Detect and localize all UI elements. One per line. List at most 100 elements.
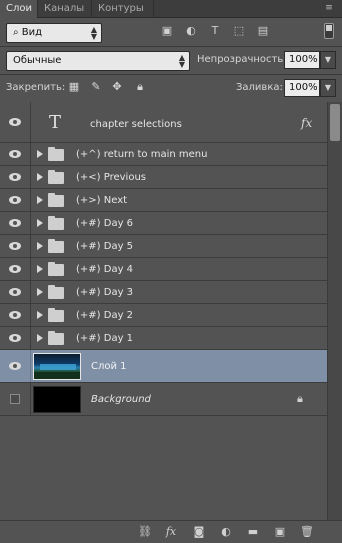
- visibility-toggle[interactable]: [0, 143, 31, 165]
- layer-name[interactable]: (+>) Next: [76, 195, 127, 206]
- layer-row-group[interactable]: (+^) return to main menu: [0, 143, 327, 166]
- layer-thumbnail-image: [33, 353, 81, 380]
- visibility-toggle[interactable]: [0, 327, 31, 349]
- layer-name[interactable]: (+#) Day 1: [76, 333, 133, 344]
- visibility-toggle[interactable]: [0, 166, 31, 188]
- updown-arrows-icon: ▲ ▼: [178, 53, 185, 69]
- layer-row-group[interactable]: (+#) Day 4: [0, 258, 327, 281]
- layers-list: T chapter selections fx (+^) return to m…: [0, 102, 342, 520]
- layer-row-background[interactable]: Background 🔒︎: [0, 383, 327, 416]
- link-layers-icon[interactable]: ⛓︎: [137, 525, 153, 539]
- lock-label: Закрепить:: [6, 82, 66, 93]
- eye-icon: [9, 219, 21, 227]
- layer-row-text[interactable]: T chapter selections fx: [0, 102, 327, 143]
- new-adjustment-layer-icon[interactable]: ◐: [218, 525, 234, 539]
- eye-icon: [9, 362, 21, 370]
- layer-row-group[interactable]: (+>) Next: [0, 189, 327, 212]
- fill-field[interactable]: 100%: [284, 79, 320, 97]
- panel-tab-bar: Слои Каналы Контуры ≡: [0, 0, 342, 18]
- layer-name[interactable]: (+#) Day 5: [76, 241, 133, 252]
- updown-arrows-icon: ▲ ▼: [90, 25, 97, 41]
- visibility-toggle[interactable]: [0, 189, 31, 211]
- text-layer-icon: T: [49, 112, 62, 133]
- fill-dropdown-button[interactable]: ▼: [320, 79, 336, 97]
- fill-label: Заливка:: [236, 82, 283, 93]
- eye-icon: [9, 173, 21, 181]
- type-filter-icon[interactable]: T: [208, 24, 222, 38]
- layer-row-group[interactable]: (+<) Previous: [0, 166, 327, 189]
- tab-layers[interactable]: Слои: [0, 0, 38, 18]
- expand-triangle-icon[interactable]: [37, 334, 43, 342]
- new-layer-icon[interactable]: ▣: [272, 525, 288, 539]
- panel-menu-icon[interactable]: ≡: [322, 2, 336, 14]
- layer-name[interactable]: (+#) Day 6: [76, 218, 133, 229]
- opacity-field[interactable]: 100%: [284, 51, 320, 69]
- eye-icon: [9, 242, 21, 250]
- filter-toggle[interactable]: [324, 23, 334, 39]
- layers-panel: Слои Каналы Контуры ≡ ⌕ Вид ▲ ▼ ▣ ◐ T ⬚ ▤…: [0, 0, 342, 543]
- folder-icon: [48, 308, 64, 322]
- lock-all-icon[interactable]: 🔒︎: [133, 80, 147, 94]
- expand-triangle-icon[interactable]: [37, 288, 43, 296]
- lock-image-pixels-icon[interactable]: ✎: [89, 80, 103, 94]
- lock-transparency-icon[interactable]: ▦: [67, 80, 81, 94]
- filter-kind-label: Вид: [21, 27, 43, 38]
- new-group-folder-icon[interactable]: ▬: [245, 525, 261, 539]
- add-layer-style-icon[interactable]: fx: [163, 525, 179, 539]
- layer-row-group[interactable]: (+#) Day 1: [0, 327, 327, 350]
- layer-name[interactable]: Слой 1: [91, 361, 127, 372]
- folder-icon: [48, 262, 64, 276]
- layer-name[interactable]: (+#) Day 2: [76, 310, 133, 321]
- tab-channels[interactable]: Каналы: [38, 0, 92, 18]
- lock-position-icon[interactable]: ✥: [110, 80, 124, 94]
- visibility-toggle[interactable]: [0, 383, 31, 415]
- expand-triangle-icon[interactable]: [37, 173, 43, 181]
- add-mask-icon[interactable]: ◙: [191, 525, 207, 539]
- tab-paths[interactable]: Контуры: [92, 0, 154, 18]
- layer-name[interactable]: chapter selections: [90, 119, 182, 130]
- visibility-toggle[interactable]: [0, 350, 31, 382]
- eye-icon: [9, 265, 21, 273]
- visibility-toggle[interactable]: [0, 258, 31, 280]
- visibility-toggle[interactable]: [0, 281, 31, 303]
- filter-kind-select[interactable]: ⌕ Вид ▲ ▼: [6, 23, 102, 43]
- layer-row-group[interactable]: (+#) Day 2: [0, 304, 327, 327]
- fx-icon[interactable]: fx: [301, 116, 312, 130]
- scrollbar-thumb[interactable]: [330, 104, 340, 141]
- delete-layer-trash-icon[interactable]: 🗑︎: [299, 525, 315, 539]
- layer-row-group[interactable]: (+#) Day 3: [0, 281, 327, 304]
- eye-icon: [9, 118, 21, 126]
- blend-mode-select[interactable]: Обычные ▲ ▼: [6, 51, 190, 71]
- visibility-toggle[interactable]: [0, 235, 31, 257]
- expand-triangle-icon[interactable]: [37, 219, 43, 227]
- layer-row-pixel-selected[interactable]: Слой 1: [0, 350, 327, 383]
- lock-icon: 🔒︎: [297, 392, 303, 405]
- image-filter-icon[interactable]: ▣: [160, 24, 174, 38]
- layers-scrollbar[interactable]: [327, 102, 342, 520]
- smart-object-filter-icon[interactable]: ▤: [256, 24, 270, 38]
- expand-triangle-icon[interactable]: [37, 311, 43, 319]
- expand-triangle-icon[interactable]: [37, 196, 43, 204]
- opacity-dropdown-button[interactable]: ▼: [320, 51, 336, 69]
- layer-name[interactable]: (+#) Day 3: [76, 287, 133, 298]
- layer-name[interactable]: (+<) Previous: [76, 172, 146, 183]
- expand-triangle-icon[interactable]: [37, 242, 43, 250]
- divider: [0, 46, 342, 47]
- eye-icon: [9, 334, 21, 342]
- folder-icon: [48, 285, 64, 299]
- folder-icon: [48, 331, 64, 345]
- layer-name[interactable]: (+#) Day 4: [76, 264, 133, 275]
- layer-name[interactable]: (+^) return to main menu: [76, 149, 207, 160]
- visibility-toggle[interactable]: [0, 102, 31, 142]
- expand-triangle-icon[interactable]: [37, 265, 43, 273]
- shape-filter-icon[interactable]: ⬚: [232, 24, 246, 38]
- folder-icon: [48, 193, 64, 207]
- adjustment-filter-icon[interactable]: ◐: [184, 24, 198, 38]
- eye-icon: [9, 288, 21, 296]
- expand-triangle-icon[interactable]: [37, 150, 43, 158]
- layer-row-group[interactable]: (+#) Day 6: [0, 212, 327, 235]
- visibility-toggle[interactable]: [0, 212, 31, 234]
- layer-row-group[interactable]: (+#) Day 5: [0, 235, 327, 258]
- visibility-toggle[interactable]: [0, 304, 31, 326]
- layer-name[interactable]: Background: [91, 394, 151, 405]
